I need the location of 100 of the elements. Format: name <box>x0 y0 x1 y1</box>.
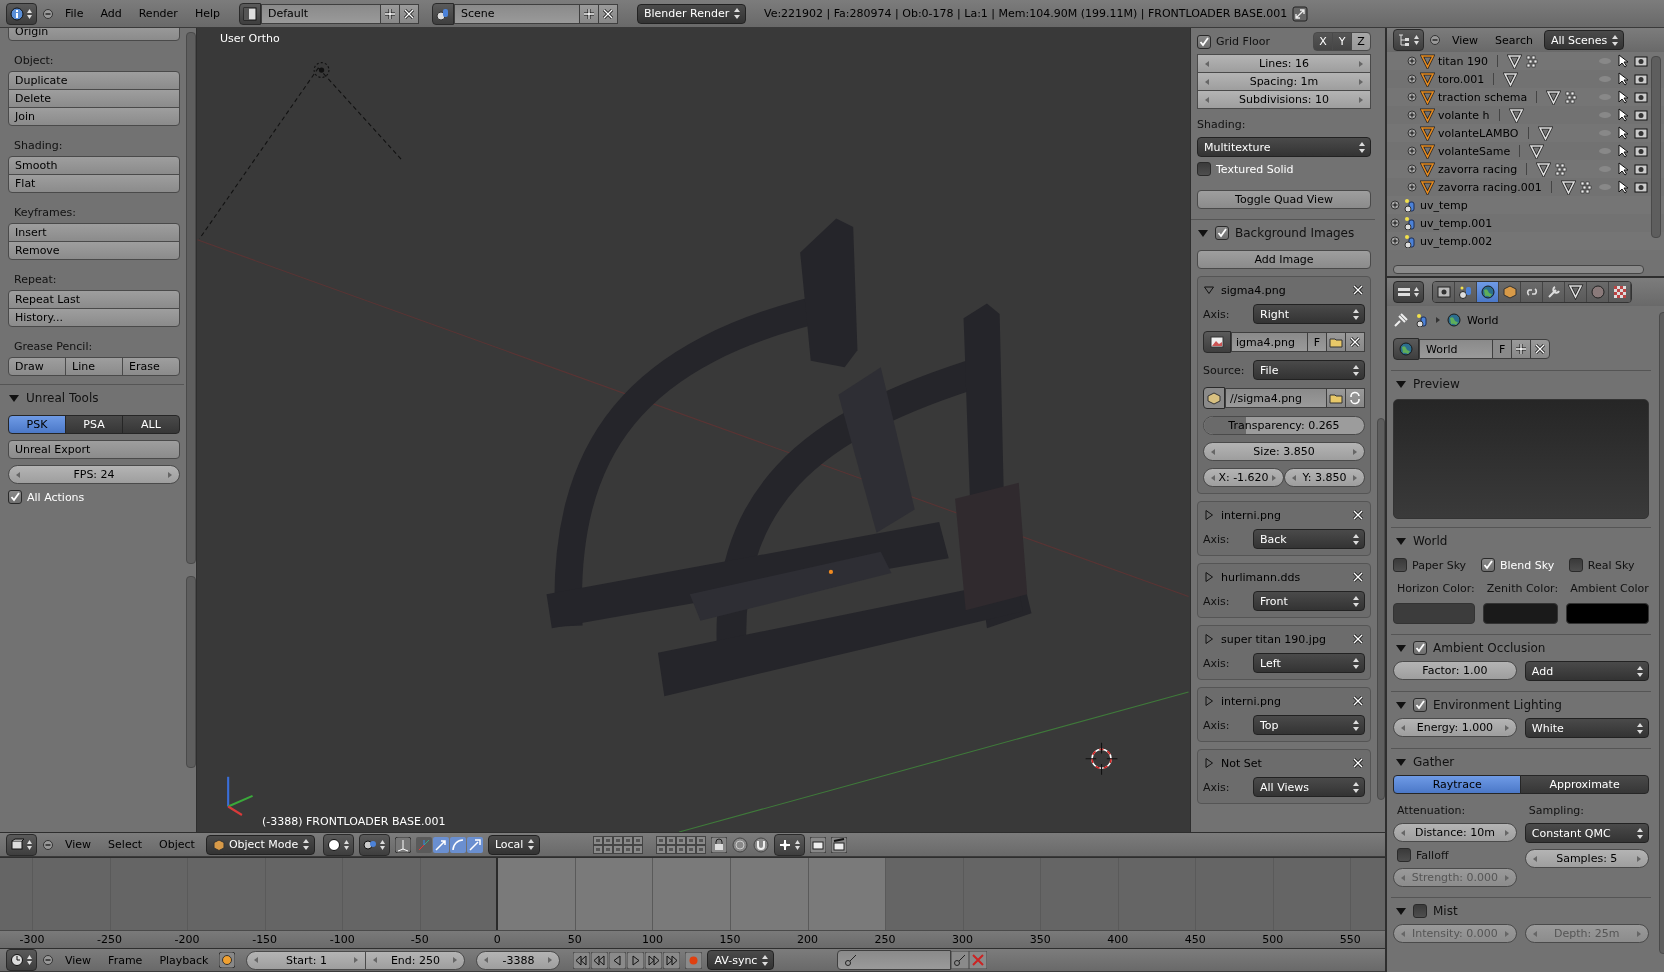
collapse-menu-icon[interactable] <box>1429 34 1441 46</box>
expanded-triangle-icon[interactable] <box>1395 699 1407 711</box>
delete-button[interactable] <box>597 3 618 24</box>
checkbox[interactable] <box>1413 698 1427 712</box>
rotate-icon[interactable] <box>449 836 466 853</box>
collapsed-triangle-icon[interactable] <box>1203 695 1215 707</box>
collapse-menu-icon[interactable] <box>42 838 54 851</box>
menu-item[interactable]: View <box>1446 33 1485 47</box>
add-button[interactable] <box>379 3 400 24</box>
properties-tab[interactable] <box>1477 282 1499 302</box>
play-icon[interactable] <box>627 951 645 969</box>
expand-icon[interactable] <box>1390 200 1400 210</box>
tool-button[interactable]: History... <box>8 308 180 327</box>
color-swatch[interactable] <box>1482 603 1559 624</box>
scene-filter-dropdown[interactable]: All Scenes <box>1543 30 1625 50</box>
quad-view-button[interactable]: Toggle Quad View <box>1197 190 1371 209</box>
expanded-triangle-icon[interactable] <box>1203 284 1215 296</box>
orientation-dropdown[interactable]: Local <box>487 834 541 855</box>
scrollbar[interactable] <box>186 576 196 768</box>
open-file-button[interactable] <box>1326 332 1346 352</box>
panel-title[interactable]: Background Images <box>1235 226 1355 240</box>
outliner-item[interactable]: volante h <box>1438 108 1490 122</box>
collapsed-triangle-icon[interactable] <box>1203 509 1215 521</box>
menu-item[interactable]: View <box>59 953 98 967</box>
clapper-icon[interactable] <box>830 836 847 853</box>
axis-dropdown[interactable]: Right <box>1253 304 1365 324</box>
proportional-icon[interactable] <box>731 836 748 853</box>
menu-item[interactable]: Select <box>102 838 149 851</box>
pin-icon[interactable] <box>1393 312 1409 328</box>
expand-icon[interactable] <box>1407 182 1417 192</box>
scale-icon[interactable] <box>466 836 483 853</box>
open-file-button[interactable] <box>1326 388 1346 408</box>
tool-button[interactable]: Repeat Last <box>8 290 180 309</box>
size-field[interactable]: Size: 3.850 <box>1203 442 1365 461</box>
expanded-triangle-icon[interactable] <box>1395 535 1407 547</box>
next-key-icon[interactable] <box>645 951 663 969</box>
image-name[interactable]: interni.png <box>1221 694 1345 708</box>
menu-item[interactable]: Render <box>132 7 184 20</box>
editor-type-button[interactable] <box>1393 281 1424 303</box>
expanded-triangle-icon[interactable] <box>1395 756 1407 768</box>
cursor-icon[interactable] <box>1616 72 1630 86</box>
tool-button[interactable]: Draw <box>8 357 66 376</box>
jump-start-icon[interactable] <box>573 951 591 969</box>
checkbox[interactable] <box>1197 34 1211 49</box>
panel-title[interactable]: Preview <box>1413 377 1460 391</box>
editor-type-button[interactable] <box>6 2 37 25</box>
horizontal-scrollbar[interactable] <box>1393 265 1644 274</box>
outliner-item[interactable]: zavorra racing.001 <box>1438 180 1542 194</box>
reload-button[interactable] <box>1345 388 1365 408</box>
expand-icon[interactable] <box>1407 92 1417 102</box>
expand-icon[interactable] <box>1407 110 1417 120</box>
sync-dropdown[interactable]: AV-sync <box>707 950 775 970</box>
screen-layout-field[interactable]: Default <box>260 3 381 24</box>
menu-item[interactable]: Object <box>153 838 201 851</box>
tool-button[interactable]: Delete <box>8 89 180 108</box>
gather-method-tab[interactable]: Raytrace <box>1393 775 1522 794</box>
remove-button[interactable] <box>1351 632 1365 646</box>
camera-icon[interactable] <box>1634 54 1648 68</box>
properties-tab[interactable] <box>1433 282 1455 302</box>
outliner-item[interactable]: titan 190 <box>1438 54 1488 68</box>
axis-toggle[interactable]: X <box>1313 32 1333 51</box>
camera-icon[interactable] <box>1634 72 1648 86</box>
axis-dropdown[interactable]: Left <box>1253 653 1365 673</box>
y-offset-field[interactable]: Y: 3.850 <box>1284 468 1365 487</box>
menu-item[interactable]: File <box>59 7 90 20</box>
outliner-item[interactable]: zavorra racing <box>1438 162 1518 176</box>
gather-method-tab[interactable]: Approximate <box>1520 775 1649 794</box>
export-button[interactable]: Unreal Export <box>8 440 180 459</box>
expand-icon[interactable] <box>1390 236 1400 246</box>
tool-button[interactable]: Remove <box>8 241 180 260</box>
axis-toggle[interactable]: Z <box>1351 32 1371 51</box>
panel-title[interactable]: Mist <box>1433 904 1458 918</box>
panel-title[interactable]: Environment Lighting <box>1433 698 1562 712</box>
format-toggle[interactable]: ALL <box>122 415 180 434</box>
world-browse-button[interactable] <box>1393 338 1419 360</box>
key-icon[interactable] <box>951 951 970 969</box>
properties-tab[interactable] <box>1521 282 1543 302</box>
camera-icon[interactable] <box>1634 90 1648 104</box>
factor-field[interactable]: Factor: 1.00 <box>1393 661 1517 680</box>
cursor-icon[interactable] <box>1616 162 1630 176</box>
remove-button[interactable] <box>1351 756 1365 770</box>
remove-button[interactable] <box>1351 283 1365 297</box>
expand-icon[interactable] <box>1407 146 1417 156</box>
expanded-triangle-icon[interactable] <box>1197 227 1209 239</box>
outliner-item[interactable]: uv_temp.002 <box>1420 234 1493 248</box>
breadcrumb-item[interactable]: World <box>1467 313 1499 327</box>
properties-tab[interactable] <box>1499 282 1521 302</box>
camera-icon[interactable] <box>1634 126 1648 140</box>
cursor-icon[interactable] <box>1616 126 1630 140</box>
source-dropdown[interactable]: File <box>1253 360 1365 380</box>
panel-title[interactable]: Gather <box>1413 755 1455 769</box>
remove-button[interactable] <box>1351 508 1365 522</box>
samples-field[interactable]: Samples: 5 <box>1524 849 1649 868</box>
file-path-field[interactable]: //sigma4.png <box>1225 388 1327 408</box>
panel-title[interactable]: World <box>1413 534 1448 548</box>
cursor-icon[interactable] <box>1616 90 1630 104</box>
play-reverse-icon[interactable] <box>609 951 627 969</box>
checkbox[interactable] <box>1568 558 1583 572</box>
menu-item[interactable]: View <box>59 838 98 851</box>
camera-icon[interactable] <box>1634 144 1648 158</box>
